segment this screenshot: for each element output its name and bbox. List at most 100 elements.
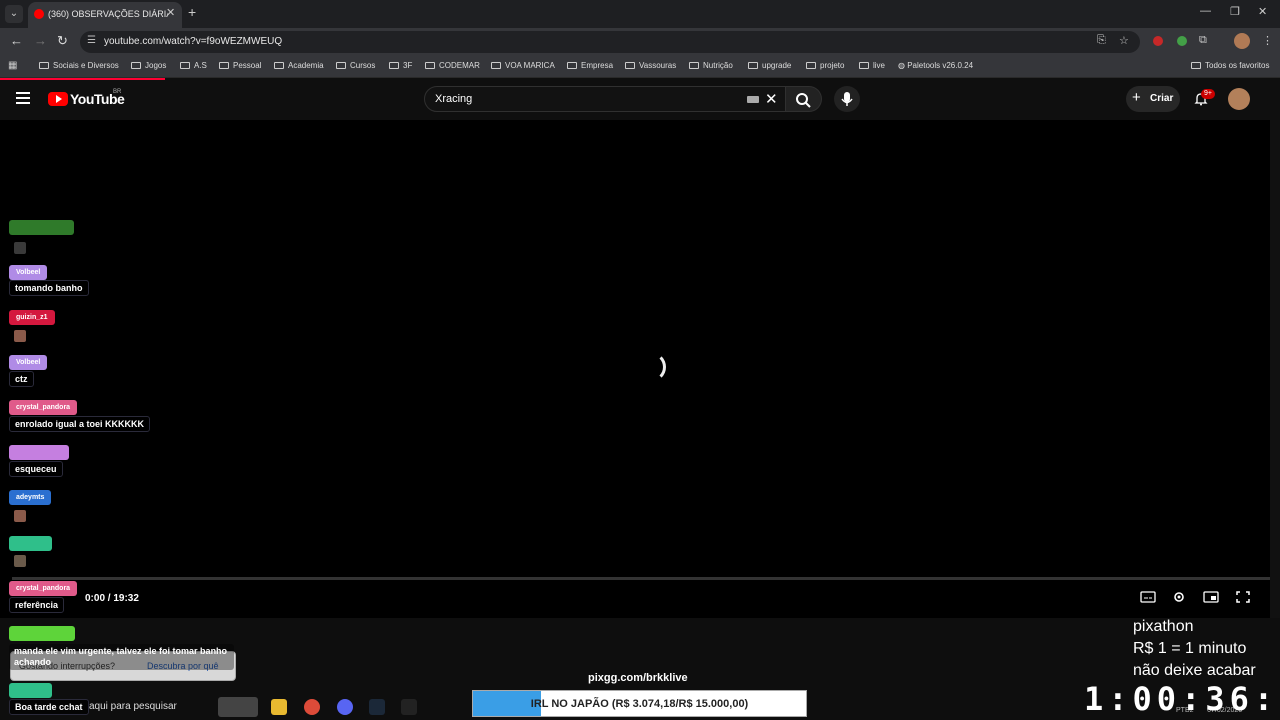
chat-message: Boa tarde cchat [9, 699, 89, 715]
bookmark-label: Cursos [350, 61, 376, 70]
bookmark-folder[interactable]: projeto [806, 61, 844, 70]
file-explorer-icon[interactable] [271, 699, 287, 715]
voice-search-button[interactable] [834, 86, 860, 112]
chat-username [9, 536, 52, 551]
chat-emote-icon [14, 330, 26, 342]
plus-icon: + [1132, 89, 1141, 106]
chat-username [9, 626, 75, 641]
folder-icon [567, 62, 577, 69]
folder-icon [806, 62, 816, 69]
create-label: Criar [1150, 93, 1174, 104]
close-window-button[interactable]: ✕ [1258, 5, 1267, 18]
chat-emote-icon [14, 242, 26, 254]
search-button[interactable] [786, 86, 822, 112]
theater-mode-icon[interactable] [1203, 590, 1219, 604]
folder-icon [748, 62, 758, 69]
account-avatar[interactable] [1228, 88, 1250, 110]
bookmark-label: Nutrição [703, 61, 733, 70]
chat-emote-icon [14, 555, 26, 567]
chat-username [9, 683, 52, 698]
bookmark-label: VOA MARICA [505, 61, 555, 70]
bookmark-label: Academia [288, 61, 324, 70]
minimize-button[interactable]: — [1200, 5, 1211, 17]
browser-profile-avatar[interactable] [1234, 33, 1250, 49]
microphone-icon [841, 92, 853, 106]
bookmark-star-icon[interactable]: ☆ [1119, 34, 1129, 47]
folder-icon [1191, 62, 1201, 69]
folder-icon [625, 62, 635, 69]
bookmark-label: Todos os favoritos [1205, 61, 1270, 70]
chat-username: adeymts [9, 490, 52, 505]
bookmark-label: Paletools v26.0.24 [907, 61, 974, 70]
folder-icon [491, 62, 501, 69]
clear-search-icon[interactable]: ✕ [765, 90, 778, 108]
create-button[interactable]: + Criar [1126, 86, 1180, 112]
bookmark-folder[interactable]: Vassouras [625, 61, 676, 70]
chat-username: crystal_pandora [9, 581, 78, 596]
bookmark-folder[interactable]: CODEMAR [425, 61, 480, 70]
subtitles-icon[interactable] [1140, 590, 1156, 604]
chat-username [9, 220, 74, 235]
chat-username: Volbeel [9, 355, 48, 370]
chat-message: manda ele vim urgente, talvez ele foi to… [9, 644, 234, 670]
chat-username: Volbeel [9, 265, 48, 280]
bookmark-folder[interactable]: upgrade [748, 61, 791, 70]
steam-icon[interactable] [369, 699, 385, 715]
bookmark-paletools[interactable]: ◍ Paletools v26.0.24 [898, 61, 973, 70]
keyboard-icon[interactable] [747, 96, 759, 103]
extension-icon-red[interactable] [1153, 36, 1163, 46]
settings-gear-icon[interactable] [1171, 590, 1187, 604]
pixathon-cta: não deixe acabar [1133, 662, 1256, 679]
bookmark-label: Vassouras [639, 61, 677, 70]
chat-message: ctz [9, 371, 34, 387]
chrome-icon[interactable] [304, 699, 320, 715]
chat-emote-icon [14, 510, 26, 522]
chat-message: enrolado igual a toei KKKKKK [9, 416, 151, 432]
folder-icon [859, 62, 869, 69]
globe-icon: ◍ [898, 61, 908, 70]
bookmark-label: upgrade [762, 61, 792, 70]
donation-goal-text: IRL NO JAPÃO (R$ 3.074,18/R$ 15.000,00) [530, 698, 749, 710]
search-query-text: Xracing [435, 93, 473, 105]
pixathon-timer: 1:00:36:55 [1084, 680, 1280, 718]
game-app-icon[interactable] [401, 699, 417, 715]
bookmark-folder[interactable]: Empresa [567, 61, 613, 70]
pixathon-rate: R$ 1 = 1 minuto [1133, 640, 1247, 657]
pix-donation-url: pixgg.com/brkklive [588, 672, 688, 684]
bookmark-folder[interactable]: Academia [274, 61, 324, 70]
browser-menu-icon[interactable]: ⋮ [1262, 34, 1273, 47]
all-bookmarks-folder[interactable]: Todos os favoritos [1191, 61, 1269, 70]
page-scrollbar[interactable] [1270, 120, 1280, 618]
bookmark-folder[interactable]: Cursos [336, 61, 375, 70]
folder-icon [425, 62, 435, 69]
install-app-icon[interactable]: ⎘ [1097, 34, 1106, 47]
fullscreen-icon[interactable] [1235, 590, 1251, 604]
bookmark-folder[interactable]: VOA MARICA [491, 61, 555, 70]
folder-icon [689, 62, 699, 69]
donation-goal-bar: IRL NO JAPÃO (R$ 3.074,18/R$ 15.000,00) [472, 690, 807, 717]
stream-chat-overlay: Volbeel tomando banho guizin_z1 Volbeel … [0, 0, 260, 720]
chat-message: tomando banho [9, 280, 89, 296]
bookmark-folder[interactable]: 3F [389, 61, 412, 70]
bookmark-label: live [873, 61, 886, 70]
bookmark-label: 3F [403, 61, 413, 70]
bookmark-label: projeto [820, 61, 845, 70]
loading-spinner-icon [636, 352, 666, 382]
search-icon [796, 93, 811, 108]
chat-message: esqueceu [9, 461, 63, 477]
extension-icon-green[interactable] [1177, 36, 1187, 46]
folder-icon [389, 62, 399, 69]
bookmark-label: Empresa [581, 61, 614, 70]
search-input[interactable]: Xracing ✕ [424, 86, 786, 112]
bookmark-folder[interactable]: live [859, 61, 885, 70]
chat-message: referência [9, 597, 65, 613]
restore-button[interactable]: ❐ [1230, 5, 1240, 18]
screen: ⌄ (360) OBSERVAÇÕES DIÁRIAS ( ✕ + — ❐ ✕ … [0, 0, 1280, 720]
discord-icon[interactable] [337, 699, 353, 715]
chat-username: crystal_pandora [9, 400, 78, 415]
bookmark-label: CODEMAR [439, 61, 480, 70]
bookmark-folder[interactable]: Nutrição [689, 61, 733, 70]
folder-icon [274, 62, 284, 69]
chat-username: guizin_z1 [9, 310, 55, 325]
extensions-puzzle-icon[interactable]: ⧉ [1199, 34, 1207, 47]
